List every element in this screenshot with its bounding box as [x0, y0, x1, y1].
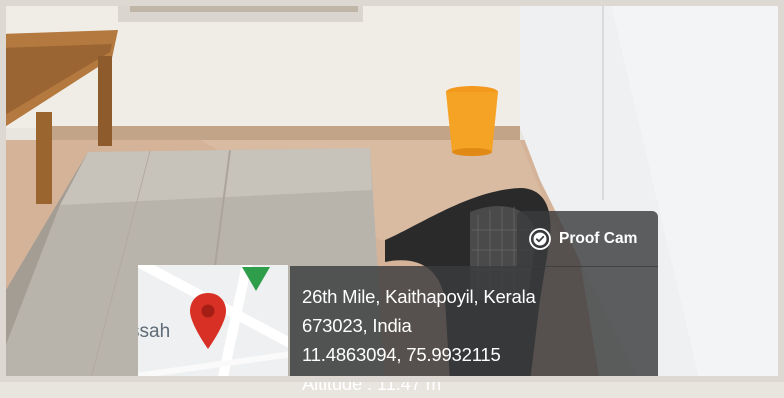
- badge-label: Proof Cam: [559, 230, 638, 247]
- coordinates-text: 11.4863094, 75.9932115: [302, 344, 501, 365]
- altitude-text: Altitude : 11.47 m: [302, 373, 441, 394]
- address-line-1: 26th Mile, Kaithapoyil, Kerala: [302, 286, 536, 307]
- camera-direction-icon: [242, 267, 270, 291]
- map-road: [138, 346, 288, 380]
- map-pin-icon: [190, 293, 226, 349]
- location-info-panel: 26th Mile, Kaithapoyil, Kerala 673023, I…: [290, 266, 658, 394]
- check-circle-icon: [529, 228, 551, 250]
- map-place-label: ssah: [138, 321, 171, 342]
- proof-cam-badge: Proof Cam: [517, 211, 658, 267]
- address-line-2: 673023, India: [302, 315, 412, 336]
